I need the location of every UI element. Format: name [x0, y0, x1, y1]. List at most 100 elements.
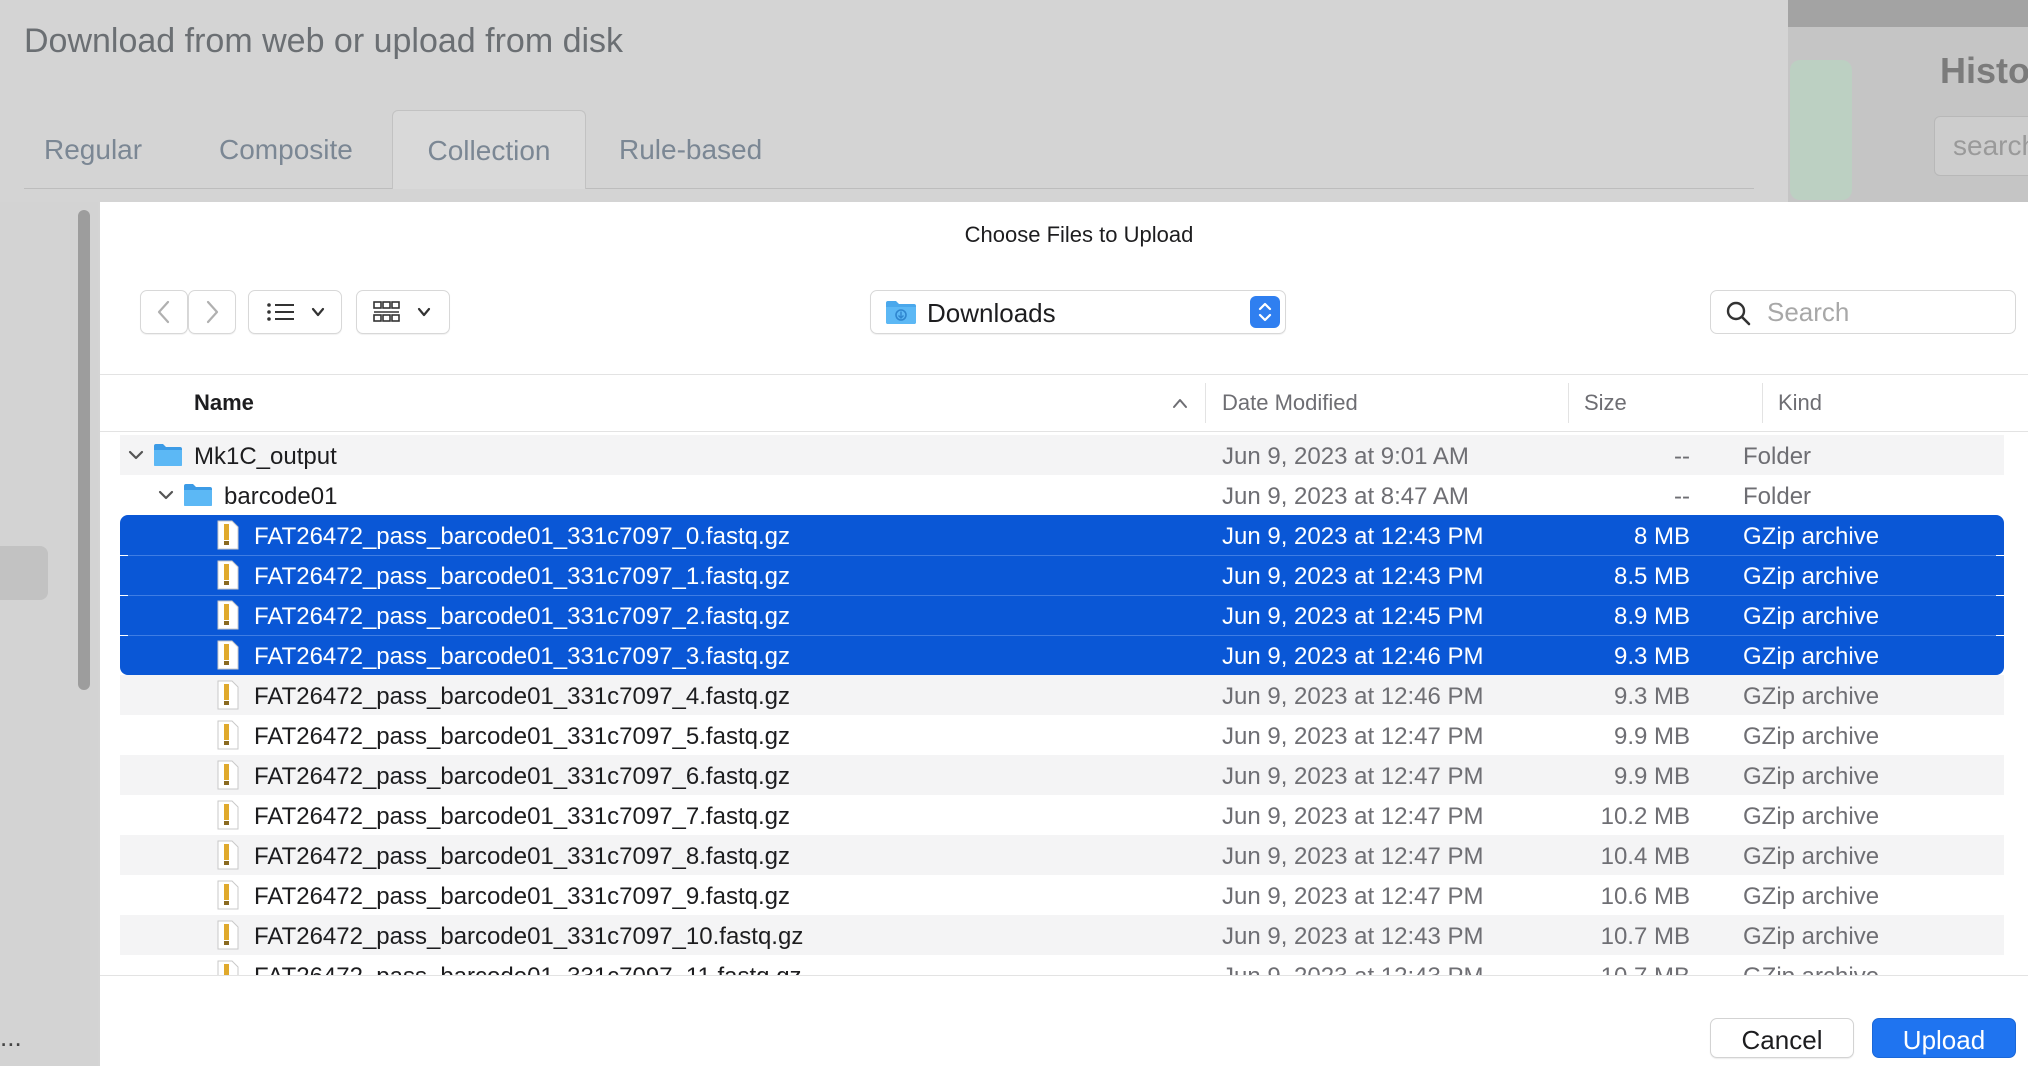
- list-item-file[interactable]: FAT26472_pass_barcode01_331c7097_4.fastq…: [120, 675, 2004, 715]
- file-kind: GZip archive: [1743, 523, 1880, 550]
- gzip-file-icon: [217, 760, 239, 790]
- file-date: Jun 9, 2023 at 12:47 PM: [1222, 883, 1484, 910]
- list-item-file[interactable]: FAT26472_pass_barcode01_331c7097_7.fastq…: [120, 795, 2004, 835]
- forward-button[interactable]: [188, 290, 236, 334]
- file-name: FAT26472_pass_barcode01_331c7097_6.fastq…: [254, 763, 790, 790]
- file-date: Jun 9, 2023 at 12:47 PM: [1222, 843, 1484, 870]
- file-name: barcode01: [224, 483, 338, 510]
- list-view-button[interactable]: [248, 290, 342, 334]
- tab-composite[interactable]: Composite: [219, 110, 394, 188]
- file-kind: GZip archive: [1743, 963, 1879, 975]
- list-item-selected[interactable]: FAT26472_pass_barcode01_331c7097_3.fastq…: [120, 636, 2004, 675]
- search-input[interactable]: [1765, 295, 2009, 329]
- file-date: Jun 9, 2023 at 12:46 PM: [1222, 643, 1484, 670]
- column-divider[interactable]: [1762, 383, 1763, 423]
- gzip-file-icon: [217, 520, 239, 550]
- file-kind: GZip archive: [1743, 563, 1880, 590]
- search-icon: [1726, 301, 1751, 326]
- tab-collection[interactable]: Collection: [392, 110, 586, 189]
- file-name: FAT26472_pass_barcode01_331c7097_7.fastq…: [254, 803, 790, 830]
- file-date: Jun 9, 2023 at 8:47 AM: [1222, 483, 1469, 510]
- history-heading: Histor: [1940, 50, 2028, 91]
- column-header-name[interactable]: Name: [194, 375, 254, 431]
- file-kind: Folder: [1743, 483, 1812, 510]
- file-chooser-dialog: Choose Files to Upload Downloads Search …: [100, 202, 2028, 1066]
- column-header-date[interactable]: Date Modified: [1222, 375, 1358, 431]
- file-name: FAT26472_pass_barcode01_331c7097_2.fastq…: [254, 603, 790, 630]
- file-date: Jun 9, 2023 at 12:43 PM: [1222, 963, 1484, 975]
- file-size: --: [1674, 483, 1690, 510]
- gzip-file-icon: [217, 720, 239, 750]
- file-size: 10.7 MB: [1600, 923, 1690, 950]
- file-date: Jun 9, 2023 at 12:43 PM: [1222, 923, 1484, 950]
- file-name: FAT26472_pass_barcode01_331c7097_9.fastq…: [254, 883, 790, 910]
- file-size: 9.9 MB: [1613, 763, 1690, 790]
- masthead-bar: [1788, 0, 2028, 27]
- sort-ascending-icon: [1173, 399, 1187, 408]
- list-item-selected[interactable]: FAT26472_pass_barcode01_331c7097_2.fastq…: [120, 596, 2004, 635]
- gzip-file-icon: [217, 840, 239, 870]
- file-list: Mk1C_output Jun 9, 2023 at 9:01 AM -- Fo…: [120, 435, 2006, 975]
- gzip-file-icon: [217, 800, 239, 830]
- location-popup[interactable]: Downloads: [870, 290, 1286, 334]
- file-name: FAT26472_pass_barcode01_331c7097_10.fast…: [254, 923, 804, 950]
- group-view-button[interactable]: [356, 290, 450, 334]
- list-item-file[interactable]: FAT26472_pass_barcode01_331c7097_9.fastq…: [120, 875, 2004, 915]
- file-date: Jun 9, 2023 at 9:01 AM: [1222, 443, 1469, 470]
- list-item-file[interactable]: FAT26472_pass_barcode01_331c7097_6.fastq…: [120, 755, 2004, 795]
- file-kind: GZip archive: [1743, 723, 1880, 750]
- upload-button[interactable]: Upload: [1872, 1018, 2016, 1058]
- file-name: FAT26472_pass_barcode01_331c7097_3.fastq…: [254, 643, 790, 670]
- history-search-input[interactable]: search: [1934, 116, 2028, 176]
- column-header-size[interactable]: Size: [1584, 375, 1627, 431]
- file-kind: GZip archive: [1743, 923, 1880, 950]
- file-size: 10.6 MB: [1600, 883, 1690, 910]
- chevron-down-icon[interactable]: [126, 445, 146, 465]
- file-size: 10.7 MB: [1480, 963, 1690, 975]
- chevron-down-icon[interactable]: [156, 485, 176, 505]
- list-item-file[interactable]: FAT26472_pass_barcode01_331c7097_11.fast…: [120, 955, 2004, 975]
- search-field[interactable]: [1710, 290, 2016, 334]
- list-bottom-border: [100, 975, 2028, 976]
- column-divider[interactable]: [1205, 383, 1206, 423]
- list-item-folder[interactable]: Mk1C_output Jun 9, 2023 at 9:01 AM -- Fo…: [120, 435, 2004, 475]
- file-kind: Folder: [1743, 443, 1812, 470]
- file-kind: GZip archive: [1743, 843, 1880, 870]
- list-item-file[interactable]: FAT26472_pass_barcode01_331c7097_8.fastq…: [120, 835, 2004, 875]
- gzip-file-icon: [217, 920, 239, 950]
- list-item-selected[interactable]: FAT26472_pass_barcode01_331c7097_1.fastq…: [120, 556, 2004, 595]
- file-kind: GZip archive: [1743, 883, 1880, 910]
- tab-rule-based[interactable]: Rule-based: [619, 110, 819, 188]
- file-kind: GZip archive: [1743, 643, 1880, 670]
- location-stepper[interactable]: [1250, 296, 1280, 328]
- list-item-selected[interactable]: FAT26472_pass_barcode01_331c7097_0.fastq…: [120, 515, 2004, 555]
- file-name: Mk1C_output: [194, 443, 337, 470]
- location-label: Downloads: [927, 298, 1056, 328]
- list-item-folder[interactable]: barcode01 Jun 9, 2023 at 8:47 AM -- Fold…: [120, 475, 2004, 515]
- folder-icon: [184, 484, 212, 506]
- gzip-file-icon: [217, 880, 239, 910]
- file-size: 8.5 MB: [1613, 563, 1690, 590]
- file-size: 10.4 MB: [1600, 843, 1690, 870]
- upload-dialog-title: Download from web or upload from disk: [24, 22, 624, 60]
- cancel-button[interactable]: Cancel: [1710, 1018, 1854, 1058]
- up-down-chevron-icon: [1258, 302, 1272, 322]
- file-date: Jun 9, 2023 at 12:43 PM: [1222, 563, 1484, 590]
- list-item-file[interactable]: FAT26472_pass_barcode01_331c7097_5.fastq…: [120, 715, 2004, 755]
- downloads-folder-icon: [886, 301, 916, 324]
- column-header-kind[interactable]: Kind: [1778, 375, 1822, 431]
- column-divider[interactable]: [1568, 383, 1569, 423]
- scrollbar[interactable]: [78, 210, 90, 690]
- file-date: Jun 9, 2023 at 12:46 PM: [1222, 683, 1484, 710]
- list-item-file[interactable]: FAT26472_pass_barcode01_331c7097_10.fast…: [120, 915, 2004, 955]
- history-item: [1790, 60, 1852, 200]
- file-kind: GZip archive: [1743, 803, 1880, 830]
- file-size: 8.9 MB: [1613, 603, 1690, 630]
- file-date: Jun 9, 2023 at 12:47 PM: [1222, 763, 1484, 790]
- back-button[interactable]: [140, 290, 188, 334]
- file-name: FAT26472_pass_barcode01_331c7097_11.fast…: [254, 963, 802, 975]
- file-size: --: [1674, 443, 1690, 470]
- file-name: FAT26472_pass_barcode01_331c7097_8.fastq…: [254, 843, 790, 870]
- tab-regular[interactable]: Regular: [44, 110, 204, 188]
- gzip-file-icon: [217, 680, 239, 710]
